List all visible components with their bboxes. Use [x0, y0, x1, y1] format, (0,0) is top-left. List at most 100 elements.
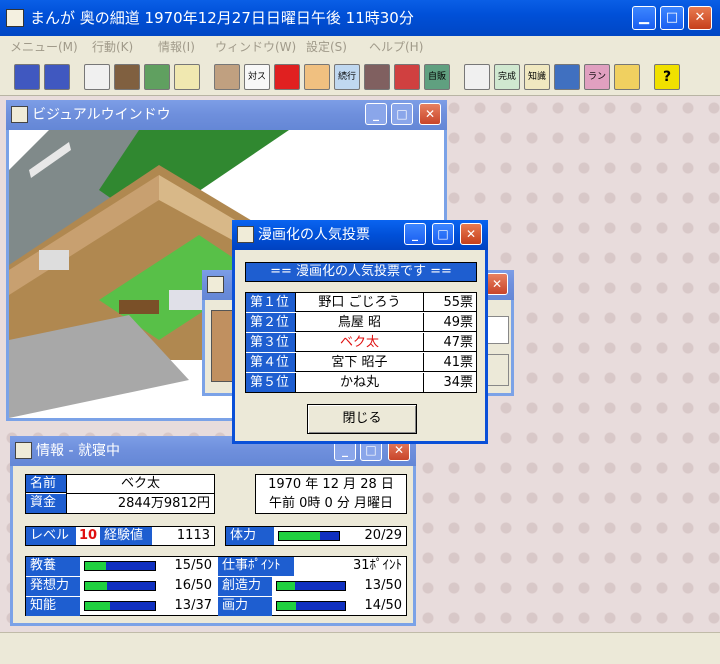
poll-row-highlighted: 第３位 ベク太 47票 [246, 333, 476, 352]
close-button[interactable]: ✕ [688, 6, 712, 30]
poll-window-title: 漫画化の人気投票 [258, 227, 370, 243]
schedule-icon[interactable]: 対スケ [244, 64, 270, 90]
stat-bar-culture [84, 561, 156, 571]
menu-item-info[interactable]: 情報(I) [158, 36, 195, 58]
book-icon[interactable] [394, 64, 420, 90]
poll-maximize-button[interactable]: □ [432, 223, 454, 245]
info-window[interactable]: 情報 - 就寝中 _ □ ✕ 名前 ベク太 資金 2844万9812円 1970… [10, 436, 416, 626]
date-box: 1970 年 12 月 28 日 午前 0時 0 分 月曜日 [255, 474, 407, 514]
maximize-button[interactable]: □ [660, 6, 684, 30]
continue-icon[interactable]: 続行 [334, 64, 360, 90]
poll-votes: 49票 [443, 315, 473, 330]
person-icon[interactable] [114, 64, 140, 90]
app-title-bar[interactable]: まんが 奥の細道 1970年12月27日日曜日午後 11時30分 [0, 0, 720, 36]
meeting-icon[interactable] [364, 64, 390, 90]
stat-fill-drawing [277, 602, 297, 610]
app-icon[interactable] [6, 9, 24, 27]
menu-bar: メニュー(M) 行動(K) 情報(I) ウィンドウ(W) 設定(S) ヘルプ(H… [0, 36, 720, 58]
stat-fill-ideas [85, 582, 108, 590]
date-text: 1970 年 12 月 28 日 [268, 477, 394, 492]
status-bar [0, 632, 720, 664]
menu-item-menu[interactable]: メニュー(M) [10, 36, 78, 58]
poll-votes: 47票 [443, 335, 473, 350]
poll-row: 第１位 野口 ごじろう 55票 [246, 293, 476, 312]
menu-item-settings[interactable]: 設定(S) [306, 36, 347, 58]
level-value: 10 [78, 528, 98, 543]
menu-item-action[interactable]: 行動(K) [92, 36, 133, 58]
computer-icon[interactable] [554, 64, 580, 90]
stat-label-creativity: 創造力 [218, 577, 272, 596]
trophy-icon[interactable] [614, 64, 640, 90]
poll-minimize-button[interactable]: _ [404, 223, 426, 245]
help-icon[interactable]: ? [654, 64, 680, 90]
poll-name: かね丸 [296, 373, 424, 392]
stat-label-drawing: 画力 [218, 597, 272, 616]
stat-value-intellect: 13/37 [156, 597, 216, 615]
visual-maximize-button[interactable]: □ [391, 103, 413, 125]
character-icon[interactable] [304, 64, 330, 90]
visual-window-icon [11, 106, 28, 123]
poll-rank: 第２位 [246, 313, 296, 332]
poll-row: 第４位 宮下 昭子 41票 [246, 353, 476, 372]
window-title: まんが 奥の細道 1970年12月27日日曜日午後 11時30分 [30, 9, 414, 27]
poll-close-button[interactable]: 閉じる [307, 404, 417, 434]
load-icon[interactable] [44, 64, 70, 90]
poll-window-titlebar[interactable]: 漫画化の人気投票 _ □ ✕ [232, 220, 488, 250]
stat-value-creativity: 13/50 [346, 577, 406, 595]
poll-name: 宮下 昭子 [296, 353, 424, 372]
menu-item-help[interactable]: ヘルプ(H) [369, 36, 423, 58]
stat-label-culture: 教養 [26, 557, 80, 576]
poll-table: 第１位 野口 ごじろう 55票 第２位 鳥屋 昭 49票 第３位 ベク太 47票… [245, 292, 477, 393]
stat-fill-intellect [85, 602, 110, 610]
ranking-icon[interactable]: ランキング [584, 64, 610, 90]
poll-name: 野口 ごじろう [296, 293, 424, 312]
poll-rank: 第４位 [246, 353, 296, 372]
background-close-button[interactable]: ✕ [486, 273, 508, 295]
poll-votes: 55票 [443, 295, 473, 310]
stats-box: 教養 15/50 仕事ﾎﾟｲﾝﾄ 31ﾎﾟｲﾝﾄ 発想力 16/50 創造力 1… [25, 556, 407, 616]
minimize-button[interactable]: ▁ [632, 6, 656, 30]
poll-rank: 第３位 [246, 333, 296, 352]
save-icon[interactable] [14, 64, 40, 90]
visual-window-title: ビジュアルウインドウ [32, 107, 171, 123]
name-label: 名前 [26, 475, 66, 493]
poll-window[interactable]: 漫画化の人気投票 _ □ ✕ == 漫画化の人気投票です == 第１位 野口 ご… [232, 220, 488, 444]
poll-votes: 41票 [443, 355, 473, 370]
exp-label: 経験値 [100, 527, 152, 545]
clock-icon[interactable] [84, 64, 110, 90]
vending-icon[interactable]: 自販 [424, 64, 450, 90]
stat-fill-creativity [277, 582, 295, 590]
travel-icon[interactable] [174, 64, 200, 90]
level-label: レベル [26, 527, 76, 545]
knowledge-icon[interactable]: 知識 [524, 64, 550, 90]
stat-value-culture: 15/50 [156, 557, 216, 575]
profile-box: 名前 ベク太 資金 2844万9812円 [25, 474, 215, 514]
chart-icon[interactable] [464, 64, 490, 90]
people-icon[interactable] [144, 64, 170, 90]
stat-value-drawing: 14/50 [346, 597, 406, 615]
menu-item-window[interactable]: ウィンドウ(W) [215, 36, 296, 58]
sink [39, 250, 69, 270]
poll-name: 鳥屋 昭 [296, 313, 424, 332]
visual-minimize-button[interactable]: _ [365, 103, 387, 125]
bookshelf [119, 300, 159, 314]
poll-rank: 第１位 [246, 293, 296, 312]
visual-window-titlebar[interactable]: ビジュアルウインドウ _ □ ✕ [6, 100, 447, 130]
complete-icon[interactable]: 完成後 [494, 64, 520, 90]
stat-bar-intellect [84, 601, 156, 611]
background-window-icon [207, 276, 224, 293]
stat-fill-culture [85, 562, 106, 570]
visual-close-button[interactable]: ✕ [419, 103, 441, 125]
toolbar: 対スケ 続行 自販 完成後 知識 ランキング ? [0, 58, 720, 96]
stamina-row: 体力 20/29 [225, 526, 407, 546]
stat-value-workpoints: 31ﾎﾟｲﾝﾄ [296, 557, 406, 575]
desk-icon[interactable] [214, 64, 240, 90]
stat-label-intellect: 知能 [26, 597, 80, 616]
stat-bar-creativity [276, 581, 346, 591]
poll-name-player: ベク太 [296, 333, 424, 352]
poll-close-icon[interactable]: ✕ [460, 223, 482, 245]
mailbox-icon[interactable] [274, 64, 300, 90]
poll-row: 第５位 かね丸 34票 [246, 373, 476, 392]
poll-votes: 34票 [443, 375, 473, 390]
player-name: ベク太 [66, 475, 214, 494]
